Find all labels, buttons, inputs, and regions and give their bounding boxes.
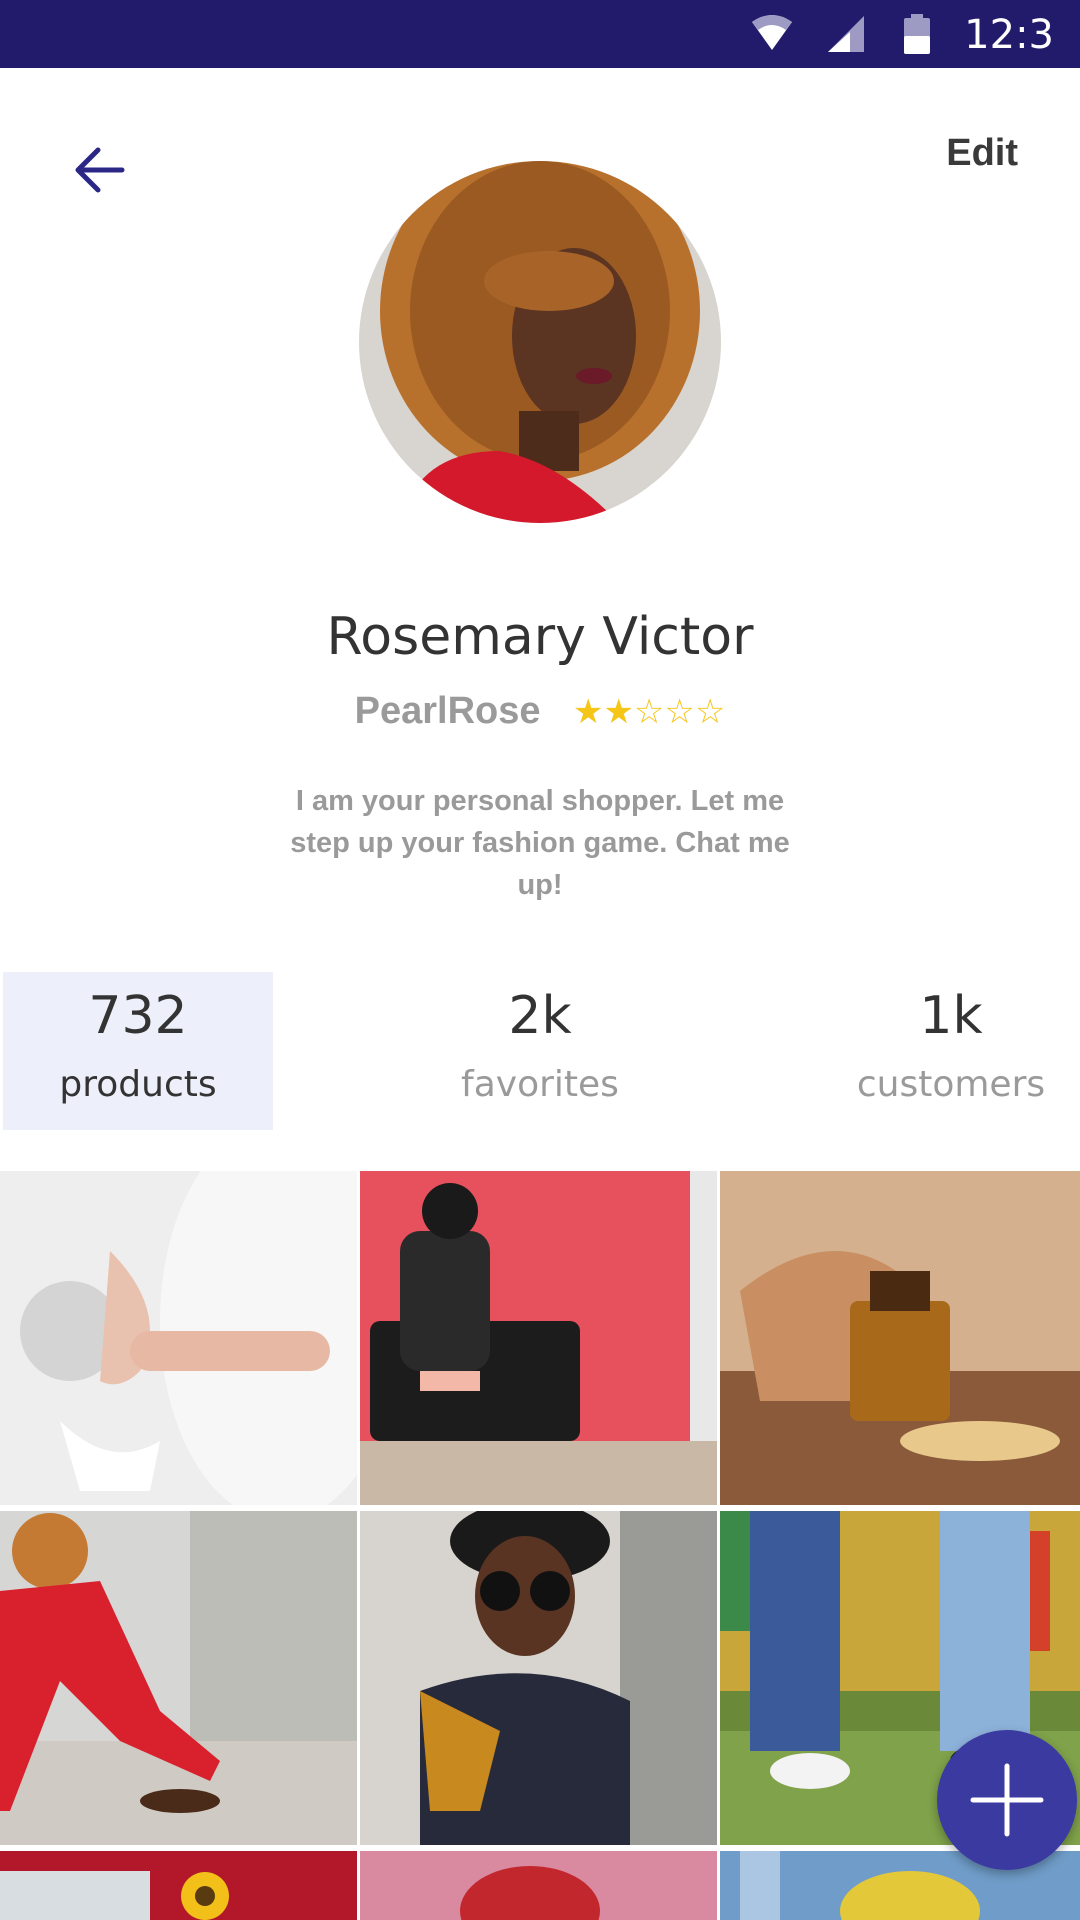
profile-name: Rosemary Victor [326, 607, 754, 667]
wifi-icon [752, 15, 792, 50]
profile-bio: I am your personal shopper. Let me step … [290, 785, 790, 901]
grid-item-woman-sofa[interactable] [360, 1171, 717, 1505]
add-button[interactable] [937, 1730, 1077, 1870]
profile-meta-row: PearlRose ★★☆☆☆ [0, 690, 1080, 733]
stat-favorites[interactable]: 2k favorites [405, 972, 675, 1130]
rating-stars: ★★☆☆☆ [572, 692, 726, 731]
stat-products[interactable]: 732 products [3, 972, 273, 1130]
stat-label: products [59, 1064, 217, 1105]
avatar [359, 161, 721, 523]
back-button[interactable] [70, 140, 130, 200]
stat-label: customers [856, 1064, 1046, 1105]
profile-username: PearlRose [354, 690, 541, 732]
stat-value: 1k [919, 986, 983, 1046]
signal-icon [828, 16, 864, 52]
grid-item-sunflower[interactable] [0, 1851, 357, 1920]
grid-item-perfume-sandals[interactable] [720, 1171, 1080, 1505]
stat-label: favorites [461, 1064, 619, 1105]
arrow-left-icon [75, 147, 125, 193]
grid-item-woman-red-suit[interactable] [0, 1511, 357, 1845]
grid-item-wedding-dress[interactable] [0, 1171, 357, 1505]
stat-value: 2k [508, 986, 572, 1046]
status-bar: 12:3 [0, 0, 1080, 68]
status-time: 12:3 [964, 12, 1054, 58]
stat-value: 732 [88, 986, 188, 1046]
stat-customers[interactable]: 1k customers [816, 972, 1080, 1130]
battery-icon [904, 14, 930, 54]
plus-icon [970, 1763, 1044, 1837]
grid-item-woman-sunglasses[interactable] [360, 1511, 717, 1845]
edit-button[interactable]: Edit [946, 132, 1018, 175]
grid-item-headscarf[interactable] [360, 1851, 717, 1920]
